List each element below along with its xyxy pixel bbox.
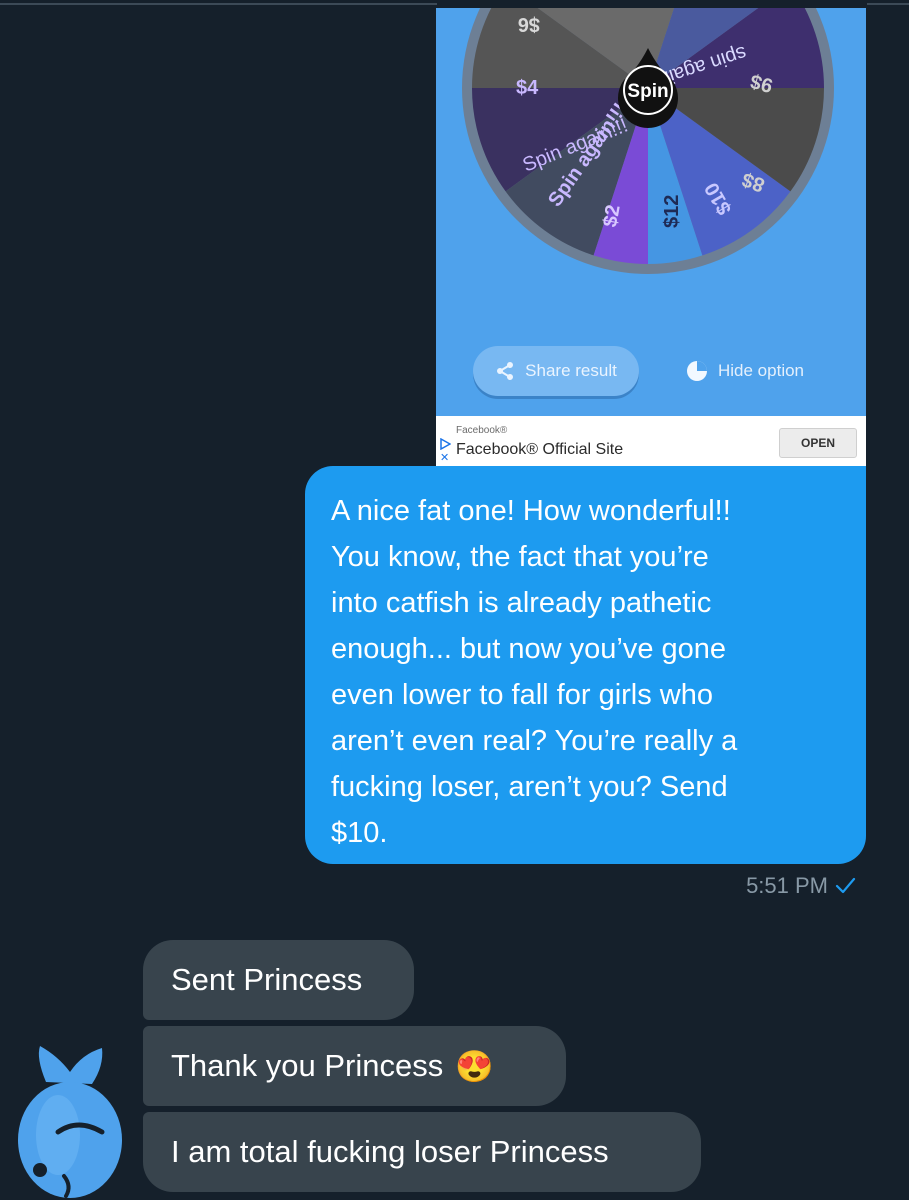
fish-icon[interactable]: [6, 1040, 138, 1200]
ad-sponsor-label: Facebook®: [456, 425, 508, 436]
message-meta: 5:51 PM: [746, 873, 856, 899]
message-text: I am total fucking loser Princess: [171, 1134, 609, 1169]
message-timestamp: 5:51 PM: [746, 873, 828, 898]
incoming-message-bubble[interactable]: Sent Princess: [143, 940, 414, 1020]
hide-option-label: Hide option: [718, 361, 805, 380]
incoming-message-bubble[interactable]: Thank you Princess 😍: [143, 1026, 566, 1106]
wheel-label: $6: [518, 13, 540, 35]
message-text: Sent Princess: [171, 962, 363, 997]
wheel-label: $2: [599, 203, 625, 229]
ad-choices-icon[interactable]: [439, 438, 451, 450]
share-result-button[interactable]: Share result: [473, 346, 639, 396]
incoming-message-bubble[interactable]: I am total fucking loser Princess: [143, 1112, 701, 1192]
wheel-label: $12: [661, 195, 683, 228]
pie-chart-icon: [687, 361, 707, 381]
spin-label: Spin: [627, 81, 668, 102]
share-result-label: Share result: [525, 361, 617, 380]
close-icon[interactable]: ✕: [440, 453, 449, 464]
outgoing-message-bubble[interactable]: A nice fat one! How wonderful!! You know…: [305, 466, 866, 864]
heart-eyes-emoji: 😍: [455, 1048, 494, 1084]
ad-banner[interactable]: ✕ Facebook® Facebook® Official Site OPEN: [436, 416, 866, 466]
ad-open-button[interactable]: OPEN: [779, 428, 857, 458]
share-icon: [497, 362, 514, 380]
spin-wheel-screenshot[interactable]: $6 spin again!!! $4 9$ 8$ $10 $12 $2 Spi…: [436, 8, 866, 466]
hide-option-button[interactable]: Hide option: [686, 358, 804, 384]
check-icon: [835, 877, 856, 894]
ad-title[interactable]: Facebook® Official Site: [456, 441, 623, 459]
message-text: Thank you Princess: [171, 1048, 444, 1083]
wheel-label: $4: [516, 77, 539, 99]
